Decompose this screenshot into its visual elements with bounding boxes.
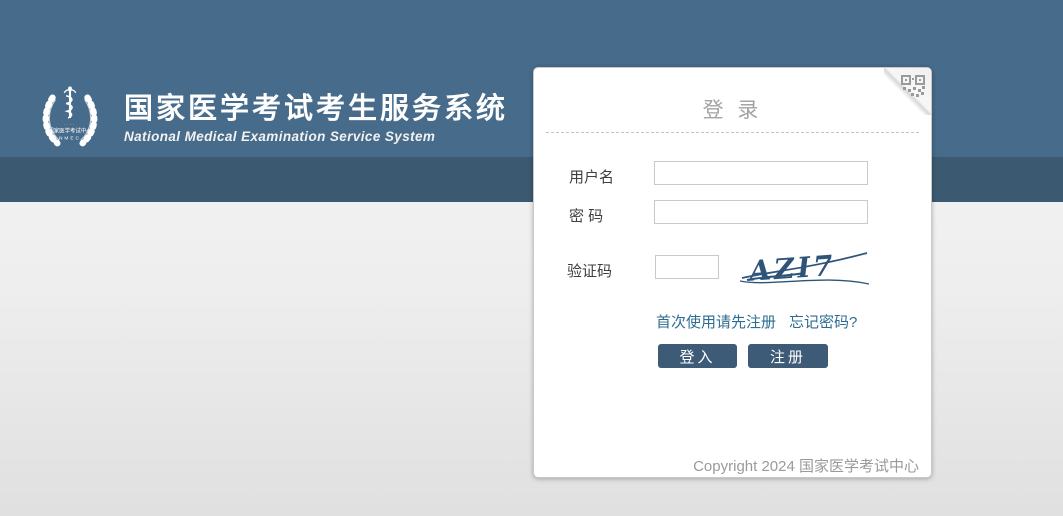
register-button[interactable]: 注册	[748, 344, 828, 368]
divider	[546, 132, 919, 133]
captcha-image[interactable]: AZI7	[739, 246, 870, 288]
forgot-password-link[interactable]: 忘记密码?	[789, 311, 857, 332]
login-card: 登 录 用户名 密 码 验证码 AZI7 首次使用请先注册 忘记密码? 登入 注…	[533, 67, 932, 478]
login-button[interactable]: 登入	[658, 344, 737, 368]
logo-seal-line1: 国家医学考试中心	[48, 127, 92, 135]
page-subtitle: National Medical Examination Service Sys…	[124, 129, 508, 144]
medical-caduceus-wreath-icon: ···· 国家医学考试中心 NMEC	[38, 82, 102, 154]
password-label: 密 码	[569, 205, 603, 226]
logo-seal-line2: NMEC	[59, 135, 81, 141]
captcha-input[interactable]	[655, 255, 719, 279]
username-input[interactable]	[654, 161, 868, 185]
username-label: 用户名	[569, 166, 614, 187]
logo-seal-dots: ····	[64, 123, 76, 127]
captcha-label: 验证码	[567, 260, 612, 281]
brand: ···· 国家医学考试中心 NMEC 国家医学考试考生服务系统 National…	[38, 82, 508, 154]
page-title: 国家医学考试考生服务系统	[124, 94, 508, 126]
register-hint-link[interactable]: 首次使用请先注册	[656, 311, 776, 332]
password-input[interactable]	[654, 200, 868, 224]
copyright: Copyright 2024 国家医学考试中心	[693, 455, 919, 476]
login-panel-title: 登 录	[534, 94, 931, 124]
